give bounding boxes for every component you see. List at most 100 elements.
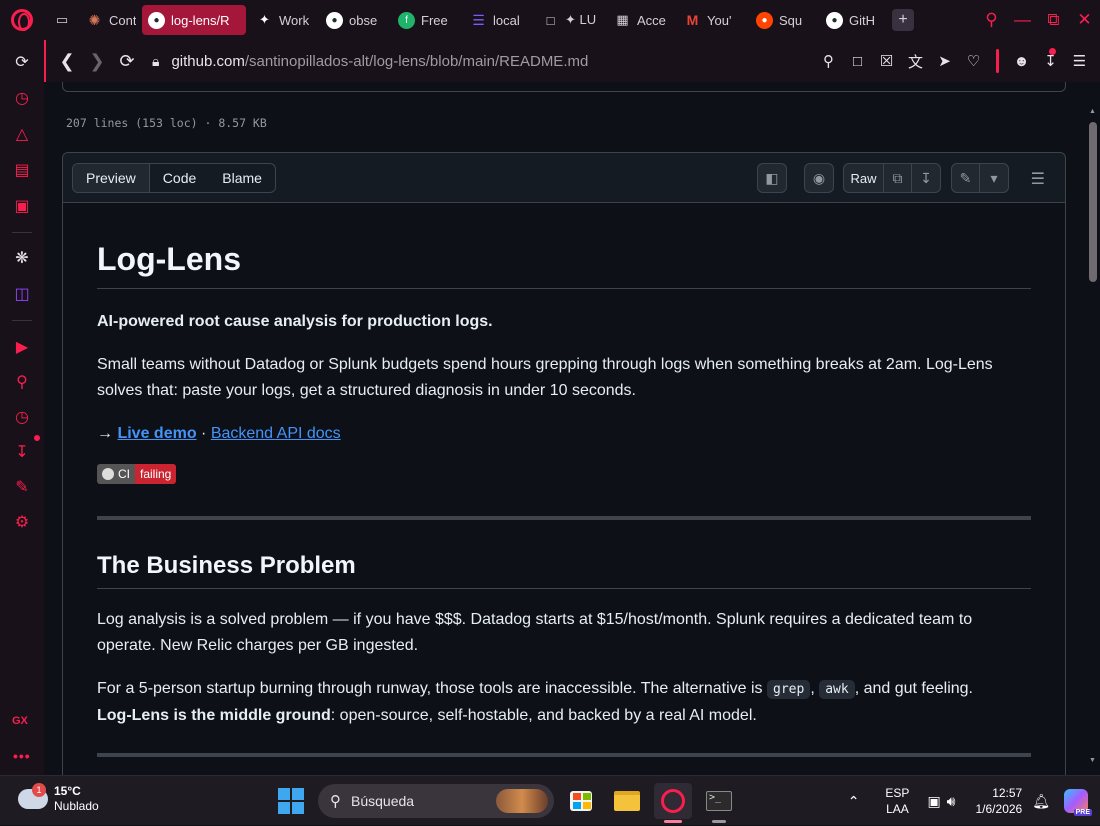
translate-icon[interactable]: 文 bbox=[901, 51, 930, 72]
forward-button[interactable]: ❯ bbox=[82, 51, 112, 72]
terminal-icon[interactable]: >_ bbox=[700, 783, 738, 823]
restore-button[interactable]: ⧉ bbox=[1038, 10, 1069, 30]
microsoft-store-icon[interactable] bbox=[562, 783, 600, 819]
tab-blame[interactable]: Blame bbox=[209, 164, 275, 192]
copy-icon[interactable]: ⧉ bbox=[884, 164, 912, 192]
tab-code[interactable]: Code bbox=[150, 164, 209, 192]
readme-title: Log-Lens bbox=[97, 241, 1031, 289]
more-icon[interactable]: ••• bbox=[13, 748, 31, 764]
business-problem-paragraph-2: For a 5-person startup burning through r… bbox=[97, 676, 1031, 729]
edit-pencil-icon[interactable]: ✎ bbox=[952, 164, 980, 192]
ci-status-badge[interactable]: CI failing bbox=[97, 464, 177, 484]
github-icon: ● bbox=[826, 11, 843, 29]
gx-tv-icon[interactable]: ▤ bbox=[12, 160, 32, 180]
tab-label: You' bbox=[707, 12, 732, 28]
snapshot-icon[interactable]: □ bbox=[843, 53, 872, 70]
workspaces-icon[interactable]: ▭ bbox=[44, 5, 80, 35]
raw-button[interactable]: Raw bbox=[844, 164, 884, 192]
tab-github[interactable]: ● GitH bbox=[820, 5, 886, 35]
language-indicator[interactable]: ESP LAA bbox=[885, 785, 909, 817]
downloads-icon[interactable]: ↧ bbox=[12, 442, 32, 462]
claude-icon: ✺ bbox=[88, 11, 101, 28]
separator-text: · bbox=[196, 425, 211, 442]
windows-start-icon[interactable] bbox=[278, 788, 304, 814]
new-tab-button[interactable]: + bbox=[892, 9, 914, 31]
easy-setup-icon[interactable]: ☰ bbox=[1065, 52, 1094, 70]
copilot-icon[interactable]: PRE bbox=[1064, 789, 1092, 816]
text-span: , and gut feeling. bbox=[854, 680, 973, 697]
gx-corner-icon[interactable]: △ bbox=[12, 124, 32, 144]
scroll-up-arrow[interactable]: ▲ bbox=[1089, 108, 1096, 115]
extensions-icon[interactable]: ✎ bbox=[12, 477, 32, 497]
settings-icon[interactable]: ⚙ bbox=[12, 512, 32, 532]
file-tree-button[interactable]: ◧ bbox=[757, 163, 787, 193]
reload-button[interactable]: ⟳ bbox=[112, 51, 142, 72]
tab-lu[interactable]: □ ✦ LU bbox=[536, 5, 608, 35]
network-volume-icons[interactable]: ▣🔊︎ bbox=[927, 793, 961, 810]
vpn-shield-icon[interactable]: ☒ bbox=[872, 52, 901, 70]
address-bar-actions: ⚲ □ ☒ 文 ➤ ♡ ☻ ↧ ☰ bbox=[814, 40, 1094, 82]
system-tray: ⌃ ESP LAA ▣🔊︎ 12:57 1/6/2026 🔔︎ PRE bbox=[848, 776, 1100, 826]
tab-log-lens[interactable]: ● log-lens/R bbox=[142, 5, 246, 35]
scrollbar-thumb[interactable] bbox=[1089, 122, 1097, 282]
edit-actions-group: ✎ ▾ bbox=[951, 163, 1009, 193]
notification-bell-icon[interactable]: 🔔︎ bbox=[1032, 793, 1050, 810]
send-icon[interactable]: ➤ bbox=[930, 52, 959, 70]
history-icon[interactable]: ◷ bbox=[12, 407, 32, 427]
pin-icon[interactable]: ⚲ bbox=[814, 52, 843, 70]
clock[interactable]: 12:57 1/6/2026 bbox=[976, 785, 1023, 817]
profile-icon[interactable]: ☻ bbox=[1007, 53, 1036, 70]
browser-tab-bar: ▭ ✺ Cont ● log-lens/R ✦ Work ● obse f Free ☰ l… bbox=[0, 0, 1100, 40]
taskbar-apps: ⚲ Búsqueda >_ bbox=[278, 783, 738, 823]
tab-cont[interactable]: ✺ Cont bbox=[80, 5, 142, 35]
arrow-text: → bbox=[97, 425, 118, 442]
bookmark-heart-icon[interactable]: ♡ bbox=[959, 52, 988, 70]
tab-acce[interactable]: ▦ Acce bbox=[608, 5, 678, 35]
gx-control-icon[interactable]: GX bbox=[12, 715, 28, 727]
speed-dial-icon[interactable]: ◷ bbox=[12, 88, 32, 108]
inline-code-grep: grep bbox=[767, 680, 811, 699]
file-explorer-icon[interactable] bbox=[608, 783, 646, 819]
page-scrollbar[interactable]: ▲ ▼ bbox=[1086, 82, 1100, 775]
tab-squ[interactable]: ● Squ bbox=[750, 5, 820, 35]
sidebar-divider bbox=[12, 320, 32, 321]
minimize-button[interactable]: — bbox=[1007, 10, 1038, 30]
tab-preview[interactable]: Preview bbox=[73, 164, 150, 192]
search-tabs-icon[interactable]: ⚲ bbox=[976, 10, 1007, 30]
section-heading-business-problem: The Business Problem bbox=[97, 552, 1031, 589]
player-icon[interactable]: ▶ bbox=[12, 337, 32, 357]
close-button[interactable]: ✕ bbox=[1069, 10, 1100, 30]
ci-badge-label: CI bbox=[97, 464, 135, 484]
twitch-icon[interactable]: ◫ bbox=[12, 284, 32, 304]
outline-list-icon[interactable]: ☰ bbox=[1031, 169, 1045, 189]
tab-work[interactable]: ✦ Work bbox=[250, 5, 320, 35]
tab-obse[interactable]: ● obse bbox=[320, 5, 392, 35]
tab-label: obse bbox=[349, 12, 378, 28]
address-bar: ❮ ❯ ⟳ 🔒︎ github.com/santinopillados-alt/… bbox=[44, 40, 1100, 82]
pinboard-icon[interactable]: ⚲ bbox=[12, 372, 32, 392]
tab-label: Cont bbox=[109, 12, 136, 28]
download-raw-icon[interactable]: ↧ bbox=[912, 164, 940, 192]
api-docs-link[interactable]: Backend API docs bbox=[211, 425, 341, 442]
tab-youtube-mail[interactable]: M You' bbox=[678, 5, 750, 35]
copilot-icon: ◉ bbox=[812, 169, 826, 186]
copilot-button[interactable]: ◉ bbox=[804, 163, 834, 193]
running-indicator bbox=[712, 820, 726, 823]
opera-gx-taskbar-icon[interactable] bbox=[654, 783, 692, 823]
url-field[interactable]: 🔒︎ github.com/santinopillados-alt/log-le… bbox=[152, 53, 588, 70]
business-problem-paragraph-1: Log analysis is a solved problem — if yo… bbox=[97, 611, 973, 654]
back-button[interactable]: ❮ bbox=[52, 51, 82, 72]
chatgpt-icon[interactable]: ❋ bbox=[12, 248, 32, 268]
reload-sidebar-icon[interactable]: ⟳ bbox=[12, 52, 32, 72]
opera-menu-button[interactable] bbox=[0, 0, 44, 40]
taskbar-search[interactable]: ⚲ Búsqueda bbox=[318, 784, 554, 818]
readme-tagline: AI-powered root cause analysis for produ… bbox=[97, 313, 493, 330]
chevron-up-icon[interactable]: ⌃ bbox=[848, 793, 860, 810]
scroll-down-arrow[interactable]: ▼ bbox=[1089, 757, 1096, 764]
weather-widget[interactable]: 1 15°C Nublado bbox=[18, 783, 99, 814]
gx-mail-icon[interactable]: ▣ bbox=[12, 196, 32, 216]
chevron-down-icon[interactable]: ▾ bbox=[980, 164, 1008, 192]
live-demo-link[interactable]: Live demo bbox=[117, 425, 196, 442]
tab-local[interactable]: ☰ local bbox=[464, 5, 536, 35]
tab-free[interactable]: f Free bbox=[392, 5, 464, 35]
